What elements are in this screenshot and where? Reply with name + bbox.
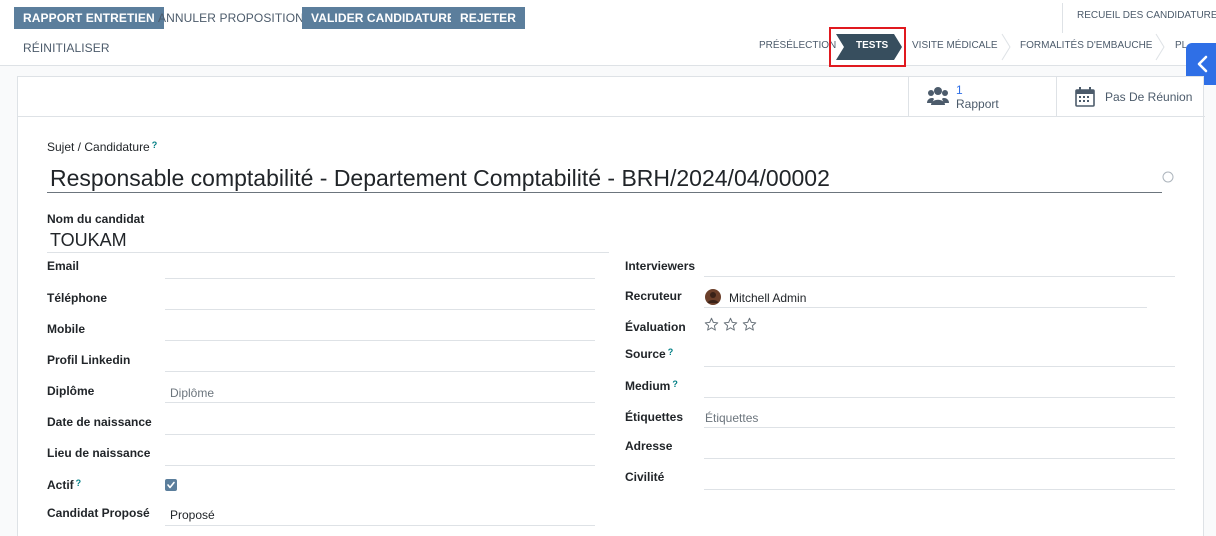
linkedin-input[interactable]: [165, 371, 595, 372]
source-label: Source?: [625, 347, 673, 361]
subject-label-text: Sujet / Candidature: [47, 140, 150, 154]
star-icon[interactable]: [723, 317, 738, 332]
telephone-input[interactable]: [165, 309, 595, 310]
source-label-text: Source: [625, 347, 666, 361]
subject-input[interactable]: Responsable comptabilité - Departement C…: [50, 165, 830, 192]
highlight-box: [829, 27, 906, 67]
rapport-entretien-button[interactable]: RAPPORT ENTRETIEN: [14, 7, 164, 29]
recruteur-label: Recruteur: [625, 289, 682, 303]
telephone-label: Téléphone: [47, 291, 108, 305]
email-label: Email: [47, 259, 80, 273]
candidat-propose-label: Candidat Proposé: [47, 506, 150, 520]
rapport-smart-button[interactable]: 1 Rapport: [908, 77, 1056, 117]
diplome-label: Diplôme: [47, 384, 95, 398]
valider-candidature-button[interactable]: VALIDER CANDIDATURE: [302, 7, 465, 29]
date-naissance-label: Date de naissance: [47, 415, 152, 429]
form-sheet: 1 Rapport Pas De Réunion: [17, 76, 1205, 536]
candidat-propose-select[interactable]: Proposé: [170, 508, 215, 522]
etiquettes-underline: [704, 427, 1175, 428]
diplome-underline: [165, 402, 595, 403]
recruteur-input[interactable]: Mitchell Admin: [729, 291, 806, 305]
smart-button-box: 1 Rapport Pas De Réunion: [18, 77, 1205, 117]
stage-separator-icon: [1001, 33, 1011, 61]
stage-separator-icon: [1155, 33, 1165, 61]
candidate-underline: [47, 252, 609, 253]
interviewers-input[interactable]: [704, 276, 1175, 277]
linkedin-label: Profil Linkedin: [47, 353, 131, 367]
recruteur-underline: [704, 307, 1147, 308]
mobile-input[interactable]: [165, 340, 595, 341]
rapport-count: 1: [956, 83, 963, 97]
help-icon[interactable]: ?: [668, 347, 674, 357]
etiquettes-input[interactable]: Étiquettes: [705, 411, 758, 425]
civilite-input[interactable]: [704, 489, 1175, 490]
civilite-label: Civilité: [625, 470, 665, 484]
reunion-label: Pas De Réunion: [1105, 90, 1193, 104]
status-bar-header: RAPPORT ENTRETIEN ANNULER PROPOSITION VA…: [0, 0, 1216, 67]
candidat-propose-underline: [165, 525, 595, 526]
actif-label: Actif?: [47, 478, 81, 492]
star-icon[interactable]: [742, 317, 757, 332]
actif-label-text: Actif: [47, 478, 74, 492]
adresse-input[interactable]: [704, 458, 1175, 459]
evaluation-label: Évaluation: [625, 320, 686, 334]
avatar: [705, 289, 721, 305]
interviewers-label: Interviewers: [625, 259, 696, 273]
actif-checkbox[interactable]: [165, 479, 177, 491]
candidate-label: Nom du candidat: [47, 212, 145, 226]
stage-divider: [1062, 3, 1063, 33]
stage-preselection[interactable]: PRÉSÉLECTION: [759, 40, 836, 51]
stage-visite-medicale[interactable]: VISITE MÉDICALE: [912, 40, 998, 51]
stage-recueil-candidatures[interactable]: RECUEIL DES CANDIDATURES: [1077, 10, 1216, 21]
subject-label: Sujet / Candidature?: [47, 140, 157, 154]
diplome-input[interactable]: Diplôme: [170, 386, 214, 400]
help-icon[interactable]: ?: [672, 379, 678, 389]
priority-circle-icon[interactable]: [1162, 171, 1174, 183]
lieu-naissance-label: Lieu de naissance: [47, 446, 151, 460]
source-input[interactable]: [704, 366, 1175, 367]
rapport-label: Rapport: [956, 97, 999, 111]
rejeter-button[interactable]: REJETER: [451, 7, 526, 29]
candidate-input[interactable]: TOUKAM: [50, 230, 127, 251]
medium-input[interactable]: [704, 397, 1175, 398]
calendar-icon: [1075, 87, 1095, 107]
users-icon: [927, 87, 949, 105]
star-icon[interactable]: [704, 317, 719, 332]
adresse-label: Adresse: [625, 439, 673, 453]
stage-formalites-embauche[interactable]: FORMALITÉS D'EMBAUCHE: [1020, 40, 1152, 51]
email-input[interactable]: [165, 278, 595, 279]
help-icon[interactable]: ?: [152, 140, 158, 150]
reunion-smart-button[interactable]: Pas De Réunion: [1056, 77, 1205, 117]
subject-underline: [47, 192, 1162, 193]
etiquettes-label: Étiquettes: [625, 410, 684, 424]
medium-label: Medium?: [625, 379, 678, 393]
help-icon[interactable]: ?: [76, 478, 82, 488]
lieu-naissance-input[interactable]: [165, 465, 595, 466]
reinitialiser-button[interactable]: RÉINITIALISER: [14, 37, 119, 59]
date-naissance-input[interactable]: [165, 434, 595, 435]
mobile-label: Mobile: [47, 322, 85, 336]
medium-label-text: Medium: [625, 379, 671, 393]
annuler-proposition-button[interactable]: ANNULER PROPOSITION: [149, 7, 313, 29]
evaluation-stars[interactable]: [704, 317, 764, 333]
